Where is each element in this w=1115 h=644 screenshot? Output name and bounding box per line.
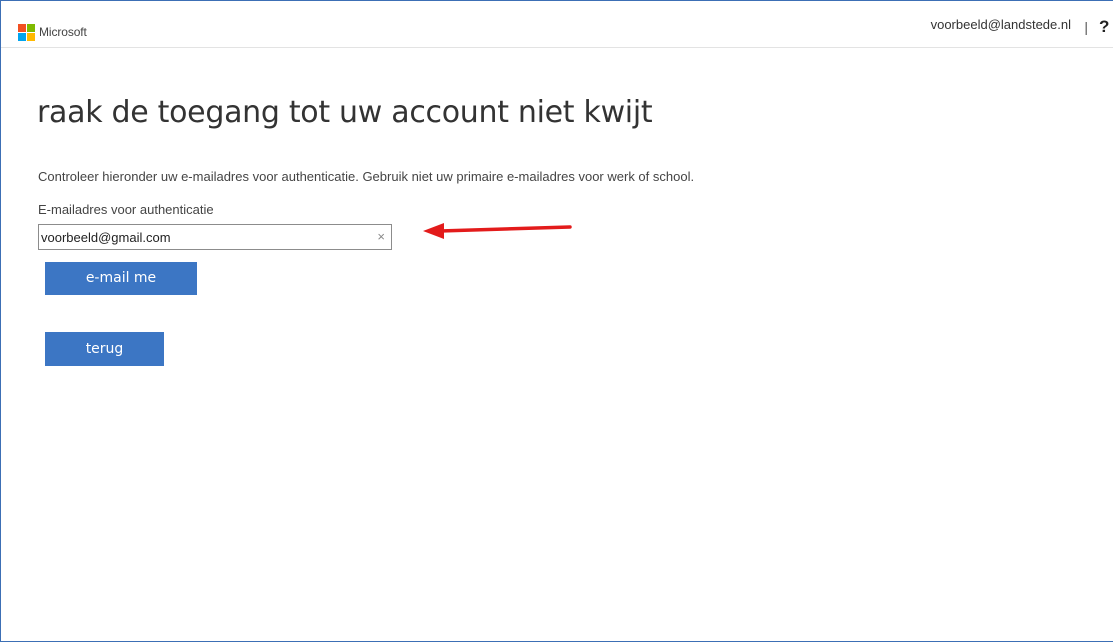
brand-name: Microsoft (39, 25, 87, 39)
auth-email-input[interactable] (41, 227, 361, 247)
clear-icon[interactable]: × (377, 229, 385, 244)
top-bar: Microsoft voorbeeld@landstede.nl | ? (1, 1, 1113, 48)
signed-in-user-email[interactable]: voorbeeld@landstede.nl (931, 17, 1071, 32)
page-title: raak de toegang tot uw account niet kwij… (37, 95, 653, 130)
microsoft-logo-icon (18, 24, 37, 43)
auth-email-label: E-mailadres voor authenticatie (38, 202, 214, 217)
header-separator: | (1084, 19, 1088, 35)
red-arrow-annotation (423, 223, 572, 239)
back-button[interactable]: terug (45, 332, 164, 366)
instructions-text: Controleer hieronder uw e-mailadres voor… (38, 169, 695, 184)
help-icon[interactable]: ? (1099, 17, 1113, 37)
auth-email-field[interactable]: × (38, 224, 392, 250)
email-me-button[interactable]: e-mail me (45, 262, 197, 295)
